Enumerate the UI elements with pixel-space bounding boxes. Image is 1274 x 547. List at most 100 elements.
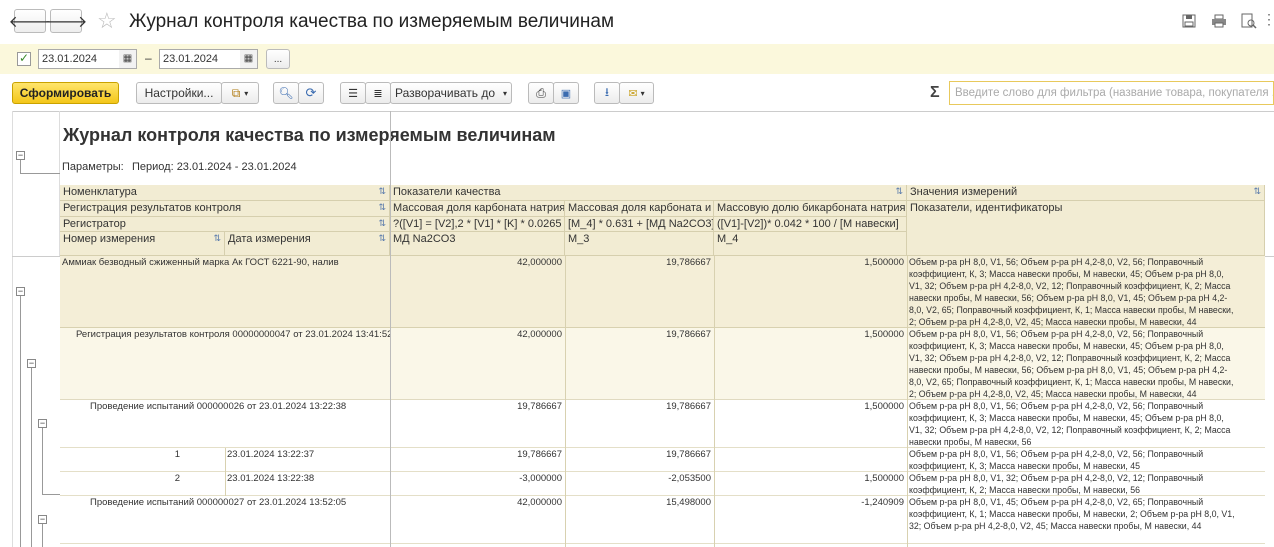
save-file-icon: ⭳: [604, 84, 610, 99]
calendar-icon: ▦: [122, 53, 133, 64]
collapse-icon[interactable]: −: [16, 287, 25, 296]
tree-line: [42, 524, 43, 547]
back-button[interactable]: 🡐: [9, 9, 51, 33]
header-quality-indicators[interactable]: Показатели качества ⇅: [390, 185, 907, 201]
header-meas-date[interactable]: Дата измерения ⇅: [225, 232, 390, 256]
forward-arrow-icon: 🡒: [44, 13, 88, 31]
header-col1-formula: ?([V1] = [V2],2 * [V1] * [K] * 0.0265 *: [390, 217, 565, 232]
row-date: 23.01.2024 13:22:37: [227, 449, 315, 460]
period-text: Период: 23.01.2024 - 23.01.2024: [132, 161, 297, 173]
header-col3-code: M_4: [714, 232, 907, 256]
row-value-1: 42,000000: [517, 497, 562, 508]
header-meas-number[interactable]: Номер измерения ⇅: [60, 232, 225, 256]
tree-line: [31, 368, 32, 547]
row-value-1: 19,786667: [517, 401, 562, 412]
sort-icon: ⇅: [1253, 186, 1261, 196]
row-label: Проведение испытаний 000000026 от 23.01.…: [90, 401, 347, 412]
preview-icon[interactable]: [1240, 12, 1258, 30]
row-value-2: 19,786667: [666, 329, 711, 340]
header-registrar[interactable]: Регистратор ⇅: [60, 217, 390, 232]
more-icon[interactable]: ⋮: [1262, 11, 1274, 28]
grid-line: [12, 111, 1274, 112]
date-to-field[interactable]: 23.01.2024: [159, 49, 241, 69]
group-level-button[interactable]: ≣: [365, 82, 391, 104]
row-value-2: -2,053500: [668, 473, 711, 484]
header-reg-results[interactable]: Регистрация результатов контроля ⇅: [60, 201, 390, 217]
row-value-2: 19,786667: [666, 401, 711, 412]
row-label: Регистрация результатов контроля 0000000…: [76, 329, 390, 340]
column-divider: [225, 448, 226, 496]
row-value-2: 15,498000: [666, 497, 711, 508]
refresh-button[interactable]: ⟳: [298, 82, 324, 104]
expand-to-label: Разворачивать до: [394, 86, 495, 100]
print-icon: ⎙: [536, 85, 546, 100]
variants-button[interactable]: ⧉ ▾: [221, 82, 259, 104]
header-measurements[interactable]: Значения измерений ⇅: [907, 185, 1265, 201]
period-checkbox[interactable]: ✓: [17, 52, 31, 66]
row-value-3: 1,500000: [864, 329, 904, 340]
row-label: Аммиак безводный сжиженный марка Ак ГОСТ…: [62, 257, 339, 268]
row-number: 2: [174, 473, 180, 484]
date-from-calendar-button[interactable]: ▦: [119, 49, 137, 69]
row-measures: Объем р-ра pH 8,0, V1, 56; Объем р-ра pH…: [909, 449, 1204, 471]
generate-button[interactable]: Сформировать: [12, 82, 119, 104]
tree-line: [42, 428, 43, 494]
expand-to-button[interactable]: Разворачивать до ▾: [390, 82, 512, 104]
preview-icon: ▣: [560, 87, 572, 100]
column-divider: [714, 256, 715, 547]
print-icon[interactable]: [1210, 12, 1228, 30]
forward-button[interactable]: 🡒: [45, 9, 87, 33]
save-file-button[interactable]: ⭳: [594, 82, 620, 104]
column-divider: [390, 111, 391, 547]
grid-line: [12, 111, 13, 547]
preview-button[interactable]: ▣: [553, 82, 579, 104]
collapse-icon[interactable]: −: [38, 419, 47, 428]
row-label: Проведение испытаний 000000027 от 23.01.…: [90, 497, 347, 508]
date-to-calendar-button[interactable]: ▦: [240, 49, 258, 69]
collapse-icon[interactable]: −: [27, 359, 36, 368]
calendar-icon: ▦: [243, 53, 254, 64]
period-more-button[interactable]: ...: [266, 49, 290, 69]
filter-input[interactable]: Введите слово для фильтра (название това…: [949, 81, 1274, 105]
tree-line: [20, 296, 21, 547]
tree-line: [42, 494, 60, 495]
settings-button[interactable]: Настройки...: [136, 82, 222, 104]
row-value-1: 42,000000: [517, 329, 562, 340]
group-icon: ☰: [348, 87, 358, 100]
chevron-down-icon: ▾: [503, 88, 508, 98]
header-col1-code: МД Na2CO3: [390, 232, 565, 256]
copy-icon: ⧉: [231, 85, 241, 100]
search-icon: 🔍︎: [278, 86, 294, 100]
report-area: − Журнал контроля качества по измеряемым…: [0, 111, 1274, 547]
header-nomenclature[interactable]: Номенклатура ⇅: [60, 185, 390, 201]
header-indicators-ids: Показатели, идентификаторы: [907, 201, 1265, 256]
search-button[interactable]: 🔍︎: [273, 82, 299, 104]
sort-icon: ⇅: [378, 202, 386, 212]
date-dash: –: [145, 51, 152, 65]
row-value-3: -1,240909: [861, 497, 904, 508]
params-label: Параметры:: [62, 161, 124, 173]
row-value-1: 42,000000: [517, 257, 562, 268]
favorite-star-icon[interactable]: ☆: [97, 8, 117, 34]
sigma-icon[interactable]: Σ: [930, 84, 940, 102]
row-value-2: 19,786667: [666, 257, 711, 268]
date-from-field[interactable]: 23.01.2024: [38, 49, 120, 69]
group-button[interactable]: ☰: [340, 82, 366, 104]
print-button[interactable]: ⎙: [528, 82, 554, 104]
header-col1-name: Массовая доля карбоната натрия: [390, 201, 565, 217]
row-value-3: 1,500000: [864, 257, 904, 268]
header-col2-formula: [M_4] * 0.631 + [МД Na2CO3]: [565, 217, 714, 232]
collapse-icon[interactable]: −: [38, 515, 47, 524]
row-measures: Объем р-ра pH 8,0, V1, 32; Объем р-ра pH…: [909, 473, 1204, 495]
row-value-1: 19,786667: [517, 449, 562, 460]
report-title: Журнал контроля качества по измеряемым в…: [63, 125, 556, 145]
sort-icon: ⇅: [378, 233, 386, 243]
chevron-down-icon: ▾: [244, 88, 249, 98]
row-measures: Объем р-ра pH 8,0, V1, 45; Объем р-ра pH…: [909, 497, 1235, 531]
save-icon[interactable]: [1180, 12, 1198, 30]
collapse-icon[interactable]: −: [16, 151, 25, 160]
sort-icon: ⇅: [213, 233, 221, 243]
send-email-button[interactable]: ✉ ▾: [619, 82, 654, 104]
window-title: Журнал контроля качества по измеряемым в…: [129, 11, 615, 32]
row-value-3: 1,500000: [864, 473, 904, 484]
